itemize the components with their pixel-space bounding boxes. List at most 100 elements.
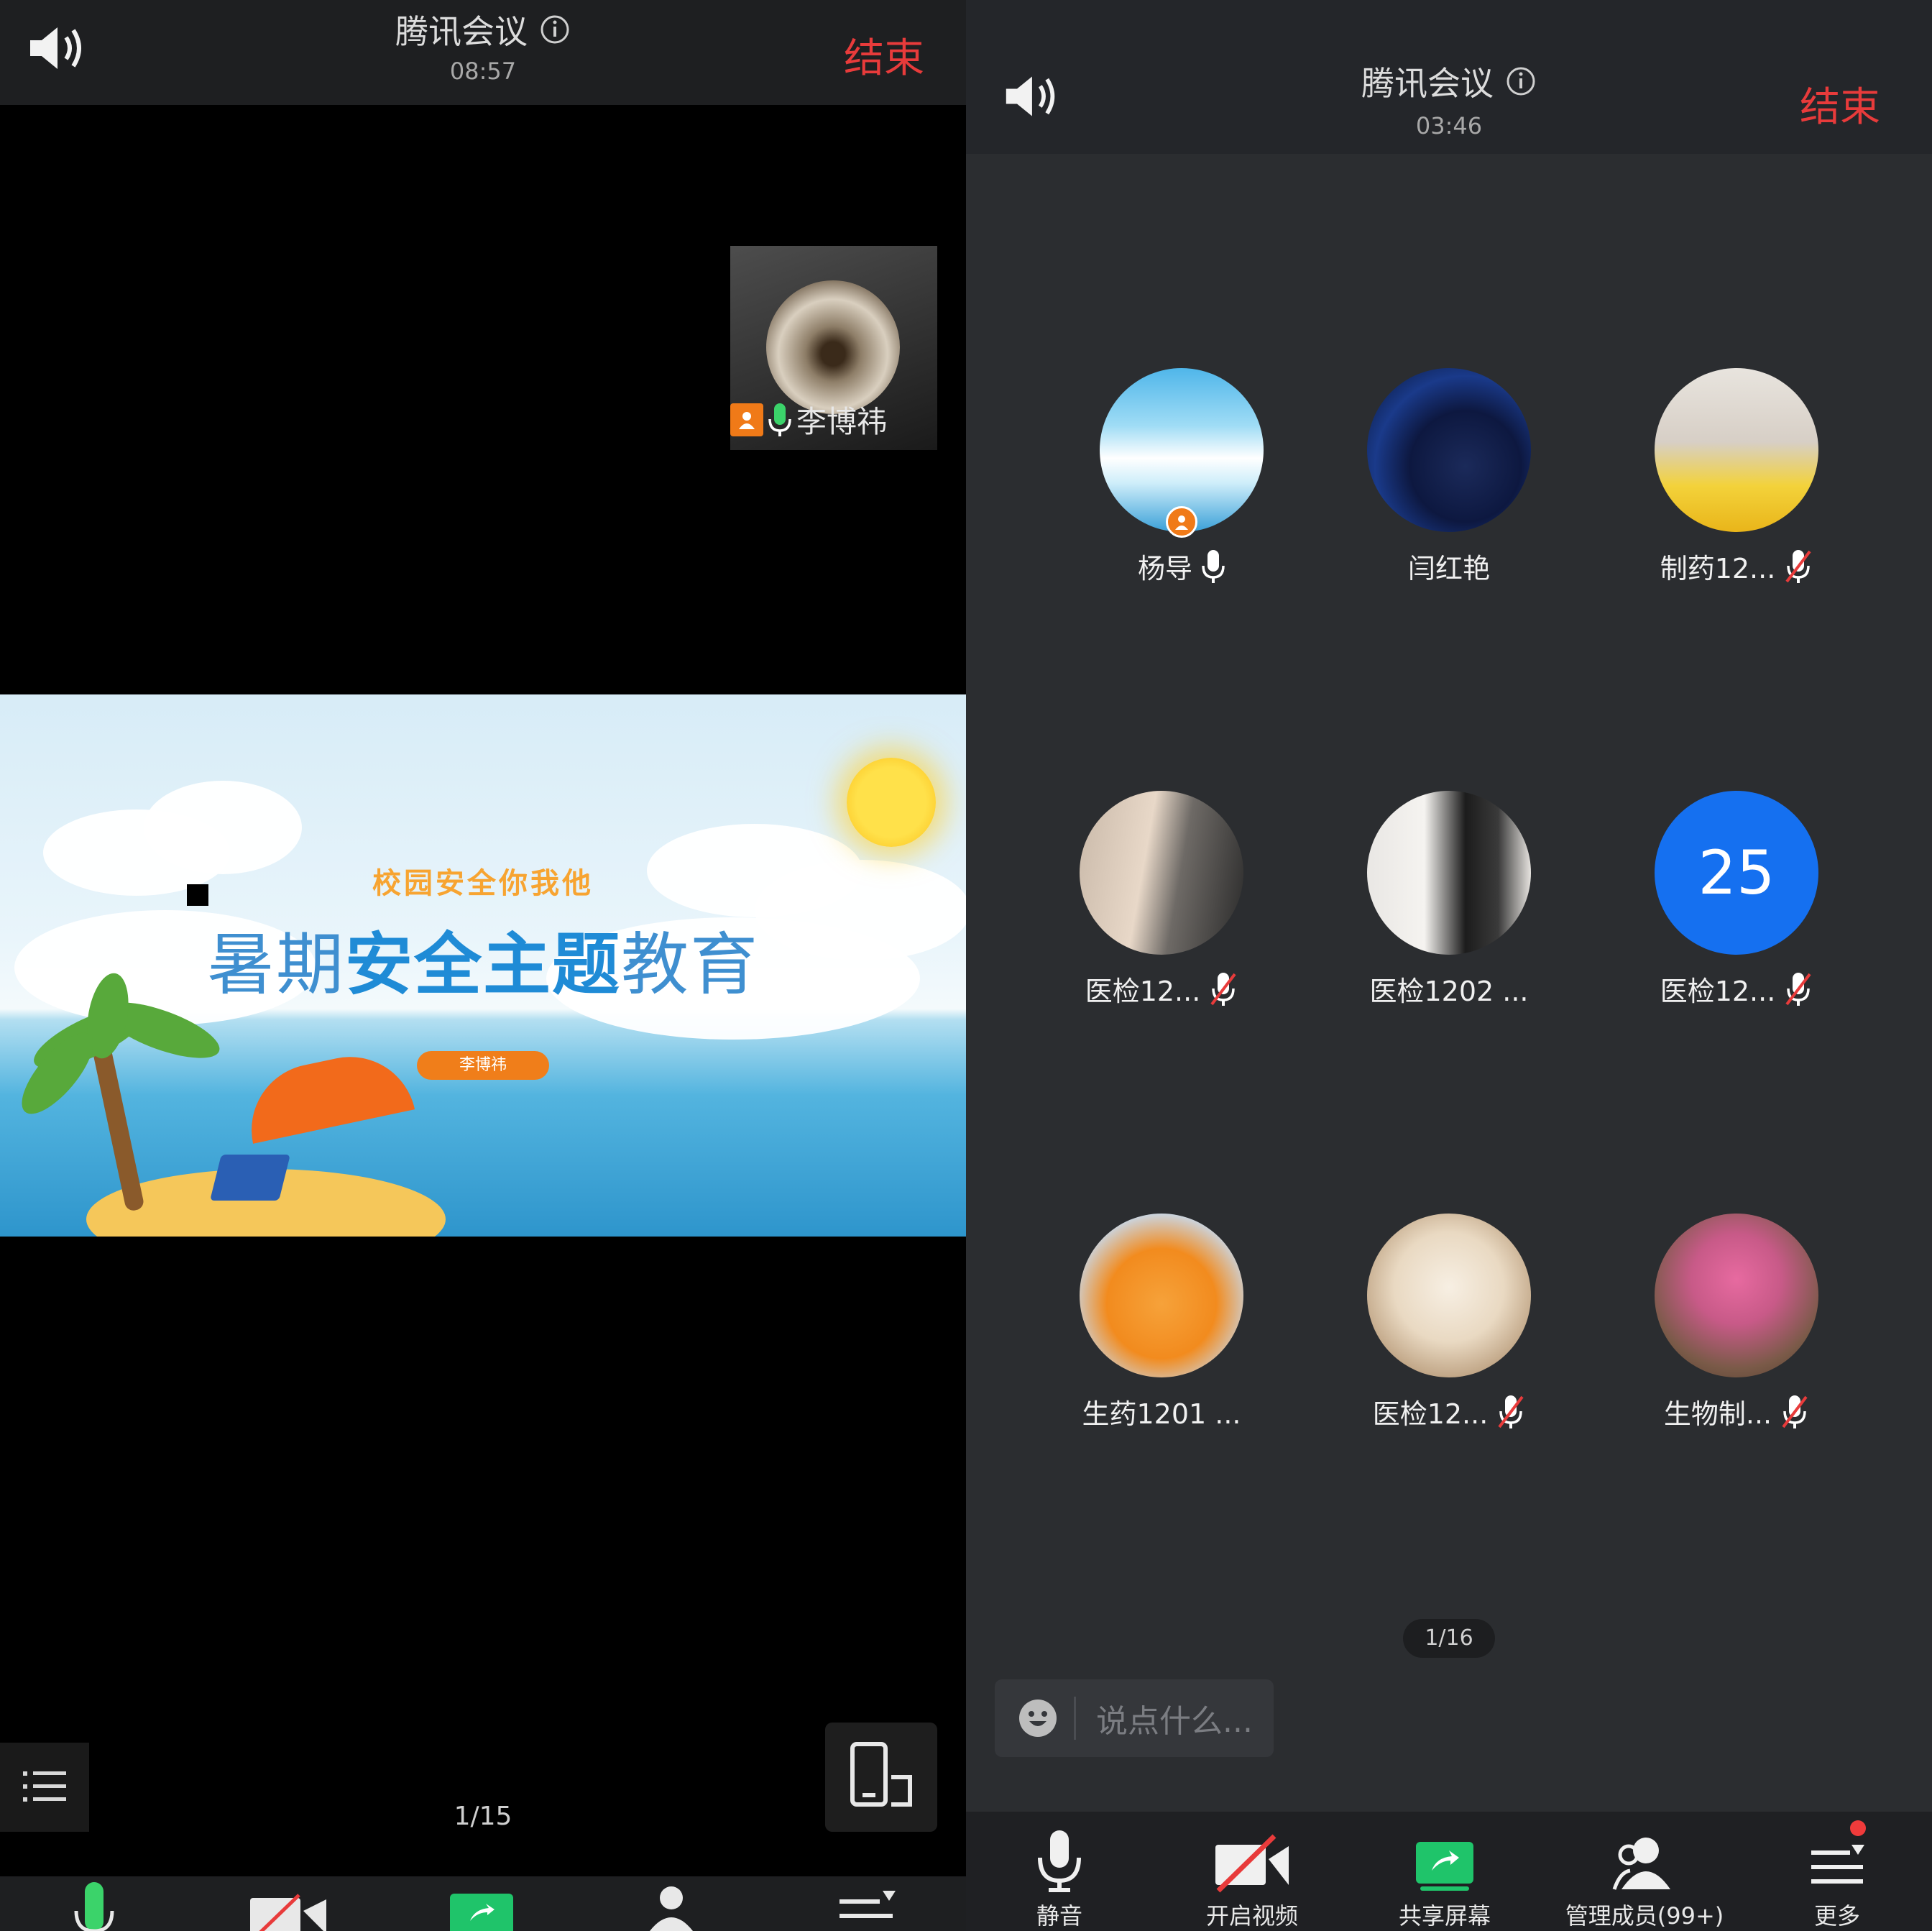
- meeting-title[interactable]: 腾讯会议: [395, 6, 571, 53]
- more-icon[interactable]: [840, 1889, 897, 1931]
- participant-avatar: [1080, 1214, 1243, 1377]
- info-icon[interactable]: [539, 14, 571, 45]
- participant-avatar: [1080, 791, 1243, 955]
- manage-members-button[interactable]: 管理成员(99+): [1558, 1829, 1731, 1931]
- participant-name-row: 闫红艳: [1341, 546, 1557, 586]
- chat-input[interactable]: 说点什么...: [995, 1679, 1274, 1757]
- chat-separator: [1074, 1697, 1076, 1740]
- participant-tile[interactable]: 生物制...: [1629, 1214, 1844, 1431]
- mic-muted-icon: [1785, 972, 1811, 1006]
- mic-active-icon: [768, 403, 791, 436]
- speaker-name-row: 李博祎: [730, 398, 887, 441]
- mic-muted-icon: [1210, 972, 1236, 1006]
- slide-subtitle: 校园安全你我他: [372, 867, 594, 900]
- participant-name: 医检1202 ...: [1369, 976, 1529, 1007]
- palm-trunk: [89, 1032, 145, 1212]
- speaker-avatar: [766, 280, 900, 414]
- bottom-toolbar-partial: [0, 1876, 966, 1931]
- participant-name-row: 杨导: [1074, 546, 1289, 586]
- participant-tile[interactable]: 医检12...: [1341, 1214, 1557, 1431]
- speaker-video-thumbnail[interactable]: 李博祎: [730, 246, 937, 450]
- participant-name-row: 生药1201 ...: [1054, 1392, 1269, 1431]
- top-bar: 腾讯会议 08:57 结束: [0, 0, 966, 105]
- share-screen-button[interactable]: 共享屏幕: [1366, 1829, 1524, 1931]
- end-meeting-button[interactable]: 结束: [844, 26, 924, 84]
- participant-tile[interactable]: 杨导: [1074, 368, 1289, 584]
- host-badge-icon: [730, 403, 763, 436]
- rotate-screen-button[interactable]: [825, 1723, 937, 1832]
- slide-title: 暑期安全主题教育: [0, 910, 966, 1008]
- participant-avatar: [1367, 791, 1531, 955]
- notification-dot: [1850, 1820, 1866, 1836]
- more-label: 更多: [1813, 1902, 1860, 1930]
- slide-title-part-3: 教育: [621, 926, 760, 1004]
- more-icon: [1811, 1845, 1864, 1884]
- participant-name: 医检12...: [1660, 976, 1776, 1007]
- left-meeting-screen: 腾讯会议 08:57 结束 李博祎 校园安全你我他 暑期安全主题教育 李博祎 1…: [0, 0, 966, 1931]
- mic-on-icon: [1202, 549, 1225, 583]
- participant-name-row: 制药12...: [1629, 546, 1844, 586]
- top-bar: 腾讯会议 03:46 结束: [966, 0, 1932, 154]
- participant-name: 闫红艳: [1407, 553, 1490, 584]
- participant-name: 生药1201 ...: [1082, 1398, 1241, 1430]
- members-icon[interactable]: [644, 1884, 702, 1931]
- participant-avatar: [1655, 368, 1818, 532]
- participant-name-row: 生物制...: [1629, 1392, 1844, 1431]
- participant-avatar: [1655, 1214, 1818, 1377]
- participant-tile[interactable]: 生药1201 ...: [1054, 1214, 1269, 1431]
- participant-name-row: 医检12...: [1054, 969, 1269, 1009]
- participant-name: 生物制...: [1663, 1398, 1772, 1430]
- share-screen-icon: [1416, 1842, 1473, 1891]
- mic-muted-icon: [1782, 1395, 1808, 1428]
- meeting-title[interactable]: 腾讯会议: [1361, 58, 1537, 105]
- more-button[interactable]: 更多: [1758, 1829, 1916, 1931]
- meeting-title-text: 腾讯会议: [1361, 64, 1494, 103]
- participant-avatar: [1367, 368, 1531, 532]
- slide-page-indicator: 1/15: [454, 1802, 512, 1831]
- meeting-title-text: 腾讯会议: [395, 12, 528, 51]
- meeting-timer: 03:46: [1415, 112, 1483, 139]
- presenter-tag: 李博祎: [417, 1051, 549, 1080]
- mute-label: 静音: [1036, 1902, 1082, 1930]
- rotate-screen-icon: [850, 1742, 912, 1807]
- members-icon: [1612, 1838, 1670, 1890]
- mic-muted-icon: [1498, 1395, 1524, 1428]
- participant-tile[interactable]: 医检1202 ...: [1341, 791, 1557, 1009]
- share-screen-icon[interactable]: [448, 1892, 515, 1931]
- sun-graphic: [847, 758, 936, 847]
- right-meeting-screen: 腾讯会议 03:46 结束 杨导 闫红艳 制药12... 医检12... 医检1…: [966, 0, 1932, 1931]
- participant-tile[interactable]: 制药12...: [1629, 368, 1844, 584]
- bottom-toolbar: 静音 开启视频 共享屏幕 管理成员(99+) 更多: [966, 1812, 1932, 1931]
- participant-name: 杨导: [1137, 553, 1192, 584]
- meeting-timer: 08:57: [449, 58, 517, 85]
- participant-tile[interactable]: 医检12...: [1054, 791, 1269, 1009]
- share-screen-label: 共享屏幕: [1398, 1902, 1491, 1930]
- chat-placeholder: 说点什么...: [1096, 1703, 1253, 1740]
- mic-icon[interactable]: [69, 1882, 119, 1931]
- participant-name: 医检12...: [1372, 1398, 1489, 1430]
- manage-members-label: 管理成员(99+): [1565, 1902, 1724, 1930]
- beach-chair: [210, 1155, 290, 1201]
- participant-name-row: 医检12...: [1629, 969, 1844, 1009]
- participant-avatar-number: 25: [1698, 838, 1775, 908]
- video-off-icon[interactable]: [249, 1892, 328, 1931]
- participant-avatar: [1367, 1214, 1531, 1377]
- participant-name: 医检12...: [1085, 976, 1201, 1007]
- participant-tile[interactable]: 25 医检12...: [1629, 791, 1844, 1009]
- participant-tile[interactable]: 闫红艳: [1341, 368, 1557, 584]
- info-icon[interactable]: [1505, 65, 1537, 97]
- meeting-title-block: 腾讯会议 08:57: [0, 6, 966, 85]
- start-video-button[interactable]: 开启视频: [1173, 1829, 1331, 1931]
- host-badge-icon: [1166, 506, 1197, 538]
- participant-name-row: 医检1202 ...: [1341, 969, 1557, 1009]
- mute-button[interactable]: 静音: [980, 1829, 1138, 1931]
- shared-screen-slide: 校园安全你我他 暑期安全主题教育 李博祎: [0, 694, 966, 1237]
- participant-avatar: 25: [1655, 791, 1818, 955]
- participant-name-row: 医检12...: [1341, 1392, 1557, 1431]
- beach-umbrella: [239, 1045, 415, 1144]
- slide-title-part-2: 安全主题: [344, 926, 621, 1004]
- start-video-label: 开启视频: [1205, 1902, 1298, 1930]
- participant-name: 制药12...: [1660, 553, 1776, 584]
- emoji-icon[interactable]: [1018, 1698, 1058, 1738]
- end-meeting-button[interactable]: 结束: [1800, 75, 1880, 133]
